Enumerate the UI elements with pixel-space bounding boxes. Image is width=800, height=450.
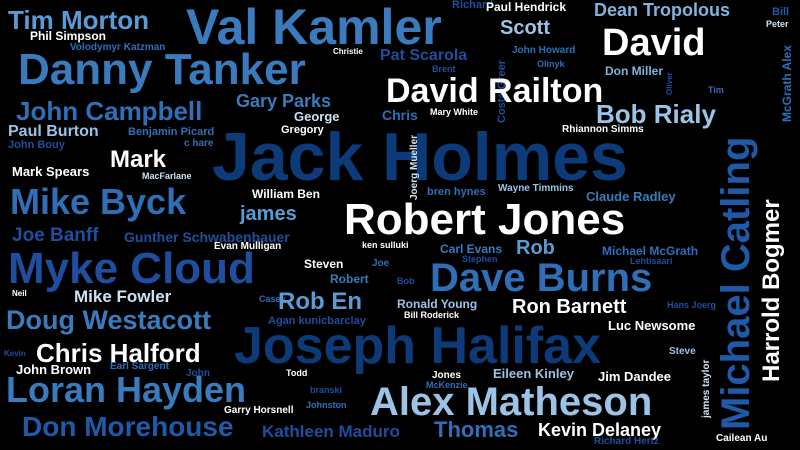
word-benjamin-picard: Benjamin Picard (128, 126, 215, 138)
word-kathleen-maduro: Kathleen Maduro (262, 422, 400, 441)
word-branski: branski (310, 385, 343, 395)
word-michael-catling: Michael Catling (714, 136, 758, 430)
word-james: james (240, 203, 297, 225)
word-ron-barnett: Ron Barnett (512, 296, 627, 318)
word-rob: Rob (516, 237, 555, 259)
word-gary-parks: Gary Parks (236, 91, 332, 111)
word-johnston: Johnston (306, 400, 347, 410)
word-paul-hendrick: Paul Hendrick (486, 0, 567, 14)
word-steve: Steve (669, 346, 696, 357)
word-steven: Steven (304, 257, 344, 271)
word-mark: Mark (110, 146, 167, 173)
word-mike-byck: Mike Byck (10, 181, 187, 222)
word-pat-scarola: Pat Scarola (380, 47, 468, 64)
word-dean-tropolous: Dean Tropolous (594, 0, 731, 20)
word-alex-matheson: Alex Matheson (370, 380, 653, 424)
word-john-small: John (186, 368, 210, 379)
word-ken-sulluki: ken sulluki (362, 240, 409, 250)
word-joseph-halifax: Joseph Halifax (234, 317, 602, 375)
word-mary-white: Mary White (430, 107, 479, 117)
word-robert-small: Robert (330, 272, 369, 286)
word-peter: Peter (766, 19, 789, 29)
word-mark-spears: Mark Spears (12, 164, 90, 179)
word-joe: Joe (372, 258, 390, 269)
word-cailean-au: Cailean Au (716, 433, 768, 444)
word-tim: Tim (708, 85, 724, 95)
word-todd: Todd (286, 368, 308, 378)
word-robert-jones: Robert Jones (344, 195, 626, 244)
word-ronald-young: Ronald Young (397, 297, 478, 311)
word-oliver: Oliver (665, 72, 674, 95)
word-harrold-bogmer: Harrold Bogmer (758, 199, 785, 382)
word-dave-burns: Dave Burns (430, 256, 653, 300)
word-don-morehouse: Don Morehouse (22, 411, 234, 442)
word-luc-newsome: Luc Newsome (608, 318, 696, 333)
word-joe-banff: Joe Banff (12, 225, 99, 246)
word-wayne-timmins: Wayne Timmins (498, 183, 574, 194)
word-doug-westacott: Doug Westacott (6, 305, 212, 335)
word-james-taylor: james taylor (701, 359, 712, 418)
word-myke-cloud: Myke Cloud (8, 244, 255, 293)
word-garry-horsnell: Garry Horsnell (224, 405, 294, 416)
word-scott: Scott (500, 17, 550, 39)
word-john-bouy: John Bouy (8, 139, 65, 151)
word-macfarlane: MacFarlane (142, 171, 192, 181)
word-mcgrath-alex: McGrath Alex (780, 45, 794, 122)
word-kevin-small: Kevin (4, 349, 26, 358)
word-joerg-mueller: Joerg Mueller (409, 134, 420, 200)
word-don-miller: Don Miller (605, 64, 664, 78)
word-olinyk: Olinyk (537, 59, 565, 69)
word-john-campbell: John Campbell (16, 96, 203, 126)
word-phil-simpson: Phil Simpson (30, 29, 107, 43)
word-william-ben: William Ben (252, 187, 320, 201)
word-richard-hertz: Richard Hertz (594, 436, 660, 447)
word-bob-small: Bob (397, 276, 415, 286)
word-c-hare: c hare (184, 138, 214, 149)
word-rob-en: Rob En (278, 288, 362, 315)
word-cloud: Tim Morton Val Kamler Richard Paul Hendr… (0, 0, 800, 450)
word-bill-top: Bill (772, 6, 790, 18)
word-thomas: Thomas (434, 417, 519, 442)
word-neil: Neil (12, 289, 27, 298)
word-christie: Christie (333, 47, 363, 56)
word-mike-fowler: Mike Fowler (74, 287, 172, 306)
word-david: David (602, 22, 706, 64)
word-paul-burton: Paul Burton (8, 123, 99, 140)
word-loran-hayden: Loran Hayden (6, 369, 247, 410)
word-hans-joerg: Hans Joerg (667, 300, 717, 310)
word-eileen-kinley: Eileen Kinley (493, 366, 574, 381)
word-john-howard: John Howard (512, 45, 576, 56)
word-david-railton: David Railton (386, 72, 604, 110)
word-danny-tanker: Danny Tanker (18, 45, 306, 94)
